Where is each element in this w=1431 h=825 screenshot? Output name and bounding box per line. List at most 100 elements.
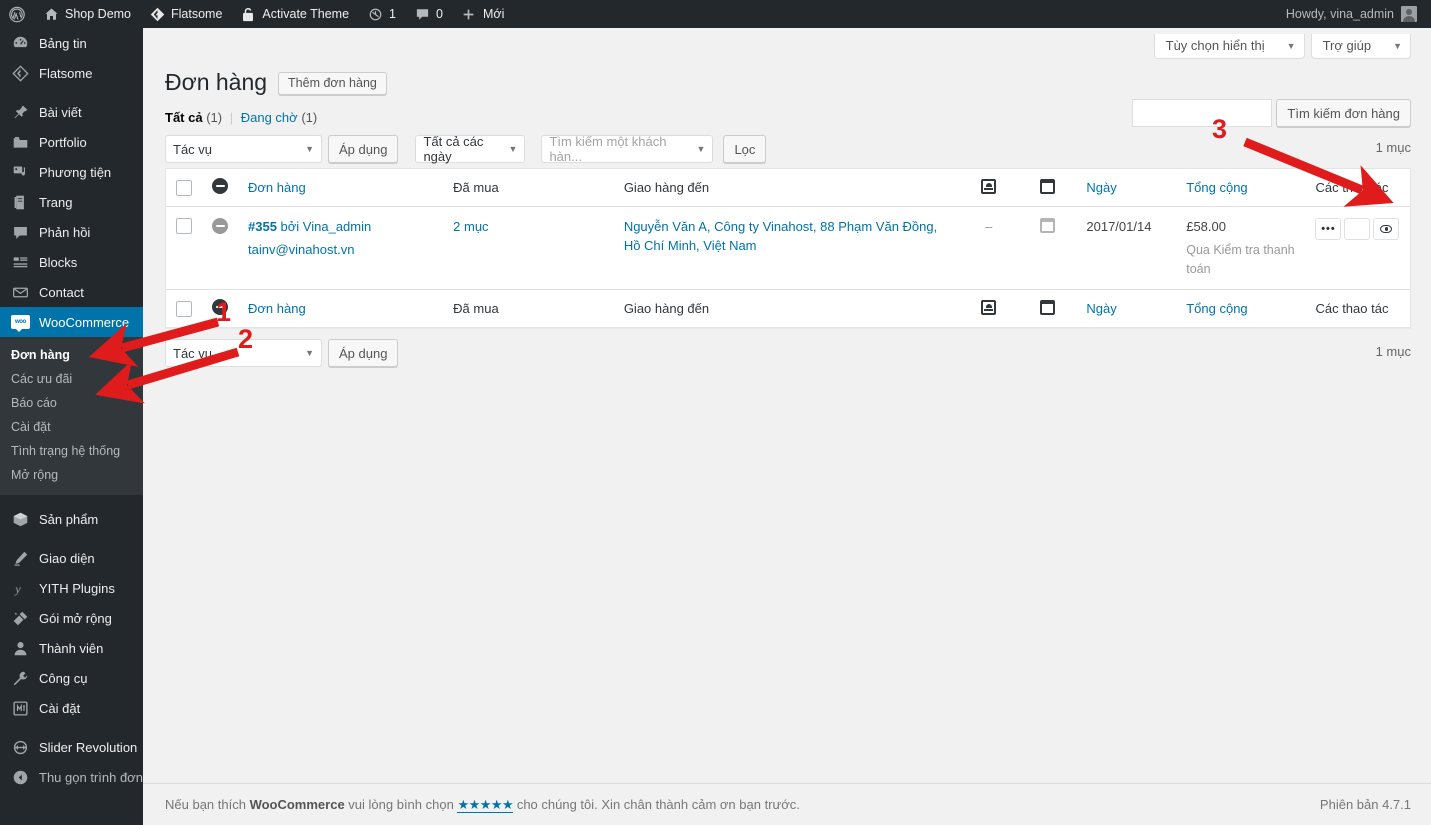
flatsome-menu[interactable]: Flatsome: [140, 0, 231, 28]
order-status-pending-icon[interactable]: [212, 218, 228, 234]
sidebar-item-pages[interactable]: Trang: [0, 187, 143, 217]
sidebar-item-users[interactable]: Thành viên: [0, 633, 143, 663]
sidebar-item-label: Cài đặt: [39, 700, 81, 716]
screen-options-tab[interactable]: Tùy chọn hiển thị ▼: [1153, 34, 1305, 59]
search-input[interactable]: [1132, 99, 1273, 127]
footer-order-cell: Đơn hàng: [238, 289, 444, 328]
row-select-checkbox[interactable]: [176, 218, 192, 234]
footer-date-label[interactable]: Ngày: [1086, 301, 1116, 316]
add-order-button[interactable]: Thêm đơn hàng: [278, 72, 387, 95]
sidebar-item-collapse-menu[interactable]: Thu gọn trình đơn: [0, 762, 143, 792]
processing-action-button[interactable]: [1344, 218, 1371, 240]
updates-menu[interactable]: 1: [358, 0, 405, 28]
footer-order-label[interactable]: Đơn hàng: [248, 301, 306, 316]
activate-theme-menu[interactable]: Activate Theme: [231, 0, 358, 28]
avatar: [1401, 6, 1417, 22]
footer-thankyou-text: Nếu bạn thích WooCommerce vui lòng bình …: [165, 796, 800, 813]
table-row: #355 bởi Vina_admin tainv@vinahost.vn 2 …: [166, 207, 1411, 290]
comments-menu[interactable]: 0: [405, 0, 452, 28]
footer-total-label[interactable]: Tổng cộng: [1186, 301, 1247, 316]
rating-stars[interactable]: ★★★★★: [457, 796, 514, 813]
search-orders-button[interactable]: Tìm kiếm đơn hàng: [1276, 99, 1411, 127]
header-date-label[interactable]: Ngày: [1086, 180, 1116, 195]
order-link[interactable]: #355 bởi Vina_admin: [248, 219, 371, 234]
more-actions-button[interactable]: •••: [1315, 218, 1342, 240]
woocommerce-icon: woo: [11, 313, 30, 332]
sidebar-subitem-status[interactable]: Tình trạng hệ thống: [0, 439, 143, 463]
view-pending[interactable]: Đang chờ: [241, 110, 298, 125]
displaying-num-top: 1 mục: [1375, 140, 1411, 155]
select-all-checkbox-top[interactable]: [176, 179, 192, 196]
header-items-cell: Đã mua: [443, 168, 614, 207]
sidebar-item-blocks[interactable]: Blocks: [0, 247, 143, 277]
sidebar-subitem-reports[interactable]: Báo cáo: [0, 391, 143, 415]
sidebar-item-appearance[interactable]: Giao diện: [0, 543, 143, 573]
view-all[interactable]: Tất cả: [165, 110, 203, 125]
date-filter-label: Tất cả các ngày: [423, 134, 484, 164]
sidebar-item-slider-revolution[interactable]: Slider Revolution: [0, 732, 143, 762]
footer-prefix: Nếu bạn thích: [165, 796, 250, 812]
help-tab[interactable]: Trợ giúp ▼: [1310, 34, 1411, 59]
shipping-address[interactable]: Nguyễn Văn A, Công ty Vinahost, 88 Phạm …: [624, 219, 937, 253]
sidebar-item-yith-plugins[interactable]: y YITH Plugins: [0, 573, 143, 603]
view-pending-label: Đang chờ: [240, 110, 298, 125]
sidebar-item-settings[interactable]: Cài đặt: [0, 693, 143, 723]
sidebar-item-contact[interactable]: Contact: [0, 277, 143, 307]
header-total-label[interactable]: Tổng cộng: [1186, 180, 1247, 195]
sidebar-item-label: Trang: [39, 194, 73, 210]
sidebar-item-posts[interactable]: Bài viết: [0, 97, 143, 127]
page-title: Đơn hàng: [165, 69, 268, 95]
sidebar-item-label: YITH Plugins: [39, 580, 115, 596]
svg-text:y: y: [14, 581, 21, 595]
customer-filter-select[interactable]: Tìm kiếm một khách hàn... ▼: [541, 134, 714, 164]
mail-icon: [11, 283, 30, 302]
new-content-menu[interactable]: Mới: [452, 0, 513, 28]
header-checkbox-cell: [165, 168, 202, 207]
sidebar-item-dashboard[interactable]: Bảng tin: [0, 28, 143, 58]
sidebar-item-label: Công cụ: [39, 670, 88, 686]
account-menu[interactable]: Howdy, vina_admin: [1286, 6, 1431, 22]
apply-bulk-action-bottom[interactable]: Áp dụng: [328, 339, 399, 368]
footer-checkbox-cell: [165, 289, 202, 328]
view-all-label: Tất cả: [165, 110, 203, 125]
sidebar-item-products[interactable]: Sản phẩm: [0, 504, 143, 534]
woocommerce-submenu: Đơn hàng Các ưu đãi Báo cáo Cài đặt Tình…: [0, 337, 143, 495]
sidebar-subitem-settings[interactable]: Cài đặt: [0, 415, 143, 439]
date-filter-select[interactable]: Tất cả các ngày ▼: [415, 134, 526, 164]
sidebar-item-flatsome[interactable]: Flatsome: [0, 58, 143, 88]
sidebar-item-comments[interactable]: Phản hồi: [0, 217, 143, 247]
sidebar-subitem-extensions[interactable]: Mở rộng: [0, 463, 143, 487]
order-email[interactable]: tainv@vinahost.vn: [248, 241, 433, 260]
header-order-label[interactable]: Đơn hàng: [248, 180, 306, 195]
footer-items-cell: Đã mua: [443, 289, 614, 328]
sidebar-item-media[interactable]: Phương tiện: [0, 157, 143, 187]
screen-options-label: Tùy chọn hiển thị: [1165, 38, 1265, 53]
table-header-row: Đơn hàng Đã mua Giao hàng đến Ngày Tổng …: [165, 168, 1411, 207]
sidebar-item-woocommerce[interactable]: woo WooCommerce: [0, 307, 143, 337]
order-status-icon: [212, 178, 228, 194]
order-note-icon: [1040, 299, 1056, 315]
header-total-cell: Tổng cộng: [1176, 168, 1306, 207]
bulk-action-select-top[interactable]: Tác vụ ▼: [165, 135, 322, 163]
annotation-number-3: 3: [1212, 114, 1228, 144]
view-order-button[interactable]: [1373, 218, 1400, 240]
sidebar-subitem-coupons[interactable]: Các ưu đãi: [0, 367, 143, 391]
flatsome-logo-icon: [149, 6, 165, 22]
flatsome-icon: [11, 64, 30, 83]
order-items-count[interactable]: 2 mục: [453, 219, 488, 234]
sidebar-subitem-orders[interactable]: Đơn hàng: [0, 343, 143, 367]
views-separator: |: [229, 110, 234, 125]
chevron-down-icon: ▼: [1286, 40, 1296, 51]
wordpress-logo-menu[interactable]: [0, 0, 34, 28]
filter-button[interactable]: Lọc: [723, 135, 767, 163]
apply-bulk-action-top[interactable]: Áp dụng: [328, 135, 399, 163]
sidebar-item-portfolio[interactable]: Portfolio: [0, 127, 143, 157]
select-all-checkbox-bottom[interactable]: [176, 300, 192, 317]
row-shipping-cell: Nguyễn Văn A, Công ty Vinahost, 88 Phạm …: [614, 207, 959, 290]
woo-badge: woo: [11, 315, 30, 332]
sidebar-item-tools[interactable]: Công cụ: [0, 663, 143, 693]
comment-icon: [11, 223, 30, 242]
sidebar-item-plugins[interactable]: Gói mở rộng: [0, 603, 143, 633]
site-name-menu[interactable]: Shop Demo: [34, 0, 140, 28]
sidebar-item-label: Flatsome: [39, 65, 93, 81]
